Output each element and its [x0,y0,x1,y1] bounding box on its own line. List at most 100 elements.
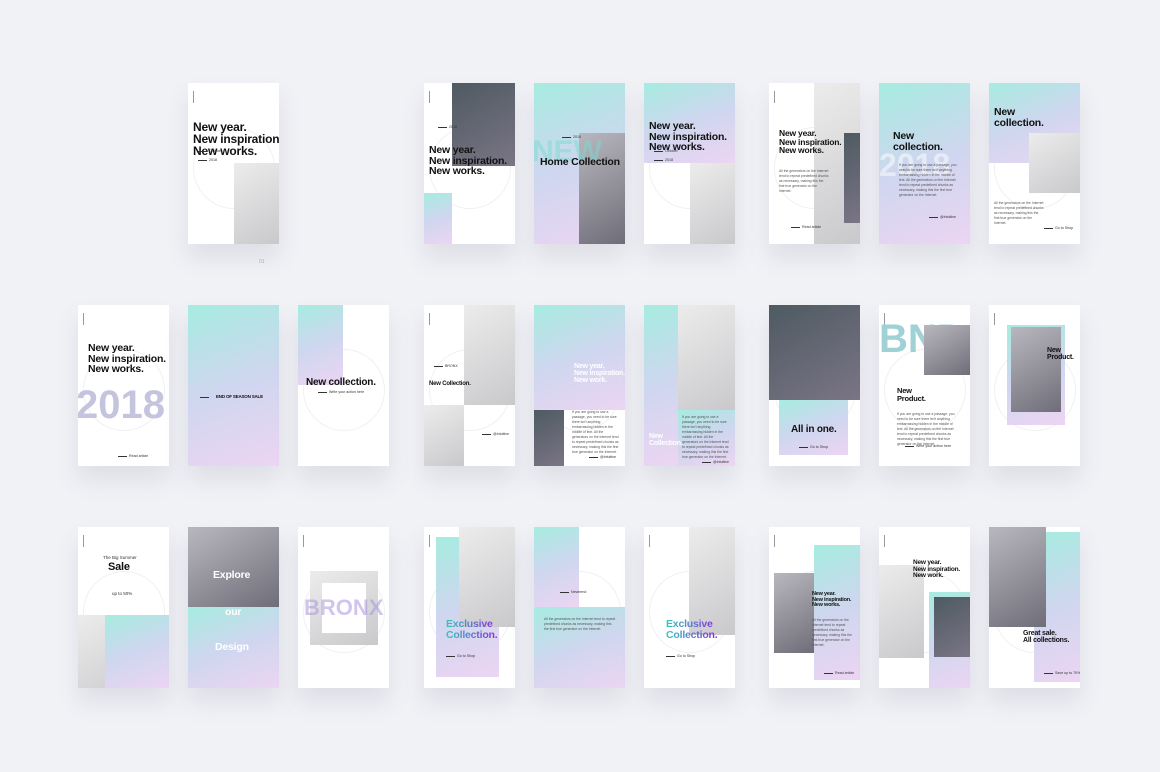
gradient-panel [534,305,625,410]
headline: New year. New inspiration. New work. [913,559,961,580]
story-template-card[interactable]: New year. New inspiration. New works. Oct… [188,83,279,244]
story-template-card[interactable]: BRONX [298,527,389,688]
story-template-card[interactable]: New year. New inspiration. New work. [879,527,970,688]
gradient-panel [188,305,279,466]
call-to-action[interactable]: Go to Shop [446,654,475,658]
story-template-card[interactable]: New year. New inspiration. New works. All… [769,83,860,244]
call-to-action[interactable]: Go to Shop [666,654,695,658]
story-template-card[interactable]: Exclusive Collection. Go to Shop [644,527,735,688]
caption: 2018 [654,158,673,162]
headline: New Product. [897,386,926,403]
call-to-action[interactable]: @Intuitive [589,455,616,459]
caption: Newtrend [560,590,586,594]
caption: October [198,149,222,153]
brand-mark [83,313,84,325]
brand-mark [649,535,650,547]
call-to-action[interactable]: Write your action here [318,390,364,394]
headline: New year. New inspiration. New work. [574,363,625,385]
story-template-card[interactable]: New year. New inspiration. New works. All… [769,527,860,688]
caption: 2018 [562,135,581,139]
story-template-card[interactable]: Newtrend All the generators on the Intern… [534,527,625,688]
photo-placeholder [424,405,464,466]
body-text: All the generators on the Internet tend … [994,201,1044,225]
body-text: If you are going to use a passage, you n… [572,410,619,454]
story-template-card[interactable]: 2018 New year. New inspiration. New works… [78,305,169,466]
call-to-action[interactable]: Read article [824,671,854,675]
body-text: If you are going to use a passage, you n… [897,412,955,446]
photo-placeholder [534,410,564,466]
body-text: If you are going to use a passage, you n… [682,415,729,459]
photo-placeholder [1029,133,1080,193]
story-template-card[interactable]: Explore our Design [188,527,279,688]
photo-placeholder [989,527,1046,627]
story-template-card[interactable]: 2018 New collection. If you are going to u… [879,83,970,244]
headline: New collection. [994,106,1044,129]
headline: Explore [213,569,251,581]
story-template-card[interactable]: BND New Product. If you are going to use a… [879,305,970,466]
headline: New collection. [893,130,943,153]
caption: BRONX [434,364,458,368]
photo-placeholder [234,163,279,244]
story-template-card[interactable]: The Big Summer Sale up to 50% [78,527,169,688]
caption [200,395,211,399]
gradient-panel [814,545,860,680]
story-template-card[interactable]: Exclusive Collection. Go to Shop [424,527,515,688]
headline: Design [215,641,249,653]
body-text: If you are going to use a passage, you n… [899,163,957,197]
gradient-panel [424,193,452,244]
body-text: All the generators on the Internet tend … [544,617,616,631]
brand-mark [429,91,430,103]
headline: Exclusive Collection. [446,618,498,641]
story-template-card[interactable]: New year. New inspiration. New works. Oct… [644,83,735,244]
story-template-card[interactable]: New collection. All the generators on the… [989,83,1080,244]
headline: New year. New inspiration. New works. [779,128,842,156]
headline: Exclusive Collection. [666,618,718,641]
brand-mark [774,535,775,547]
story-template-card[interactable]: New Product. [989,305,1080,466]
photo-placeholder [464,305,515,405]
call-to-action[interactable]: Read article [118,454,148,458]
call-to-action[interactable]: Read article [791,225,821,229]
story-template-card[interactable]: New collection. Write your action here [298,305,389,466]
call-to-action[interactable]: @Intuitive [929,215,956,219]
headline: New Collection. [649,433,683,448]
headline: our [225,606,242,618]
headline: New year. New inspiration. New works. [88,342,166,376]
call-to-action[interactable]: Go to Shop [1044,226,1073,230]
caption: up to 50% [112,591,133,596]
gradient-panel [105,615,169,688]
brand-mark [429,535,430,547]
call-to-action[interactable]: Save up to 70% [1044,671,1080,675]
headline: Home Collection [540,156,620,168]
photo-placeholder [844,133,860,223]
story-template-card[interactable]: All in one. Go to Shop [769,305,860,466]
brand-mark [884,535,885,547]
story-template-card[interactable]: NEW Home Collection 2018 [534,83,625,244]
photo-placeholder [934,597,970,657]
headline: END OF SEASON SALE [216,394,263,399]
gradient-panel [298,305,343,385]
call-to-action[interactable]: Write your action here [905,444,951,448]
caption: 2018 [438,125,457,129]
photo-placeholder [678,305,735,410]
headline: New Collection. [429,381,471,387]
story-template-card[interactable]: END OF SEASON SALE [188,305,279,466]
headline: Sale [108,561,130,573]
story-template-card[interactable]: New year. New inspiration. New work. If y… [534,305,625,466]
story-template-card[interactable]: New Collection. If you are going to use a… [644,305,735,466]
brand-mark [994,313,995,325]
photo-placeholder [188,527,279,607]
call-to-action[interactable]: @Intuitive [482,432,509,436]
caption: October [654,149,678,153]
big-word: 2018 [78,383,165,427]
brand-mark [303,535,304,547]
photo-placeholder [924,325,970,375]
call-to-action[interactable]: Go to Shop [799,445,828,449]
story-template-card[interactable]: BRONX New Collection. @Intuitive [424,305,515,466]
brand-mark [774,91,775,103]
story-template-card[interactable]: Great sale. All collections. Save up to 7… [989,527,1080,688]
big-word: BRONX [304,595,384,620]
body-text: All the generators on the Internet tend … [779,169,829,193]
call-to-action[interactable]: @Intuitive [702,460,729,464]
story-template-card[interactable]: New year. New inspiration. New works. 201… [424,83,515,244]
